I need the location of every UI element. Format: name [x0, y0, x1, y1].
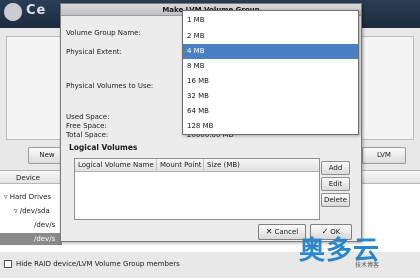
edit-button-label: Edit — [328, 180, 343, 188]
add-button[interactable]: Add — [321, 161, 350, 175]
column-device[interactable]: Device — [16, 174, 40, 182]
volume-group-name-label: Volume Group Name: — [66, 29, 141, 37]
used-space-label: Used Space: — [66, 113, 110, 121]
watermark: 奥多云 技术博客 — [299, 230, 419, 276]
add-button-label: Add — [328, 164, 343, 172]
cancel-label: Cancel — [274, 228, 299, 236]
tree-item-sda[interactable]: ▿ /dev/sda — [14, 207, 50, 215]
edit-button[interactable]: Edit — [321, 177, 350, 191]
watermark-sub: 技术博客 — [355, 262, 380, 269]
column-mount-point[interactable]: Mount Point — [157, 159, 204, 172]
cancel-icon: ✕ — [265, 227, 273, 236]
tree-item-hard-drives[interactable]: ▿ Hard Drives — [4, 193, 51, 201]
physical-extent-dropdown[interactable]: 1 MB 2 MB 4 MB 8 MB 16 MB 32 MB 64 MB 12… — [182, 10, 359, 135]
lvm-button-label: LVM — [377, 151, 391, 159]
logo-text: Ce — [26, 3, 47, 18]
column-size[interactable]: Size (MB) — [204, 159, 319, 172]
extent-option[interactable]: 1 MB — [183, 13, 358, 28]
hide-raid-checkbox[interactable] — [4, 260, 12, 268]
total-space-label: Total Space: — [66, 131, 109, 139]
column-lv-name[interactable]: Logical Volume Name — [75, 159, 157, 172]
extent-option[interactable]: 2 MB — [183, 29, 358, 44]
extent-option[interactable]: 32 MB — [183, 89, 358, 104]
delete-button-label: Delete — [324, 196, 347, 204]
new-button-label: New — [39, 151, 55, 159]
tree-item-label: /dev/sda — [19, 207, 50, 215]
tree-item-label: /dev/s — [34, 221, 56, 229]
lv-table-header: Logical Volume Name Mount Point Size (MB… — [75, 159, 319, 172]
extent-option[interactable]: 64 MB — [183, 104, 358, 119]
tree-item-label: Hard Drives — [9, 193, 52, 201]
physical-extent-label: Physical Extent: — [66, 48, 122, 56]
extent-option[interactable]: 8 MB — [183, 59, 358, 74]
tree-item-partition[interactable]: /dev/s — [34, 221, 55, 229]
delete-button[interactable]: Delete — [321, 193, 350, 207]
tree-item-partition-selected[interactable]: /dev/s — [34, 235, 55, 243]
centos-logo-icon — [4, 3, 22, 21]
tree-item-label: /dev/s — [34, 235, 56, 243]
extent-option[interactable]: 128 MB — [183, 119, 358, 134]
extent-option-selected[interactable]: 4 MB — [183, 44, 358, 59]
logical-volumes-title: Logical Volumes — [69, 143, 138, 152]
lvm-button[interactable]: LVM — [362, 147, 406, 164]
hide-raid-label: Hide RAID device/LVM Volume Group member… — [16, 260, 180, 268]
free-space-label: Free Space: — [66, 122, 107, 130]
extent-option[interactable]: 16 MB — [183, 74, 358, 89]
physical-volumes-label: Physical Volumes to Use: — [66, 82, 154, 90]
logical-volumes-table[interactable]: Logical Volume Name Mount Point Size (MB… — [74, 158, 320, 220]
